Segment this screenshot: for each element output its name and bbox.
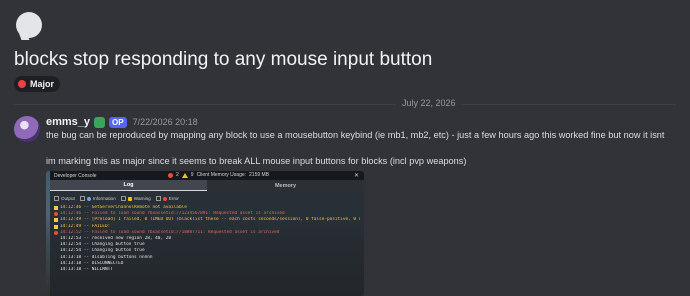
warning-icon — [54, 218, 58, 223]
close-icon[interactable]: ✕ — [354, 172, 359, 179]
output-icon — [54, 243, 58, 247]
checkbox[interactable] — [120, 196, 126, 201]
filter-information[interactable]: Information — [79, 196, 116, 201]
message-timestamp[interactable]: 7/22/2026 20:18 — [133, 117, 198, 127]
filter-label: Output — [61, 196, 75, 201]
message-header: emms_y OP 7/22/2026 20:18 — [46, 116, 198, 128]
checkbox[interactable] — [79, 196, 85, 201]
server-badge-icon[interactable] — [94, 116, 106, 128]
warning-icon — [127, 196, 132, 201]
console-filters: Output Information Warning Error — [50, 194, 364, 203]
image-attachment[interactable]: Developer Console 2 9 Client Memory Usag… — [46, 171, 364, 296]
filter-label: Warning — [133, 196, 151, 201]
error-count: 2 — [176, 172, 179, 178]
tag-label: Major — [30, 79, 55, 89]
warning-count: 9 — [190, 172, 194, 178]
tag-dot-icon — [18, 80, 26, 88]
forum-chat-bubble-icon — [16, 12, 42, 38]
info-icon — [86, 196, 91, 201]
error-icon — [162, 196, 167, 201]
checkbox[interactable] — [155, 196, 161, 201]
warning-icon — [54, 206, 58, 211]
filter-label: Error — [168, 196, 179, 201]
username[interactable]: emms_y — [46, 116, 90, 128]
console-title: Developer Console — [54, 172, 97, 179]
error-icon — [54, 212, 58, 217]
log-text: 14:13:18 -- NILLNNTT — [60, 266, 113, 272]
developer-console-window: Developer Console 2 9 Client Memory Usag… — [50, 171, 364, 296]
filter-warning[interactable]: Warning — [120, 196, 151, 201]
error-icon — [54, 230, 58, 235]
tag-major[interactable]: Major — [14, 76, 61, 92]
console-log-list: 14:12:46 -- GetServerChannelRemote not a… — [50, 205, 364, 296]
tab-log[interactable]: Log — [50, 180, 207, 191]
filter-output[interactable]: Output — [54, 196, 75, 201]
warning-icon — [54, 224, 58, 229]
warning-icon — [181, 172, 188, 178]
op-tag: OP — [109, 116, 127, 128]
memory-label: Client Memory Usage: — [196, 172, 247, 178]
log-entry-output: 14:13:18 -- NILLNNTT — [54, 267, 360, 273]
checkbox[interactable] — [54, 196, 59, 201]
console-stats: 2 9 Client Memory Usage: 2159 MB — [168, 172, 269, 178]
filter-error[interactable]: Error — [155, 196, 179, 201]
output-icon — [54, 249, 58, 253]
tab-memory[interactable]: Memory — [207, 180, 364, 191]
output-icon — [54, 268, 58, 272]
console-tabs: Log Memory — [50, 180, 364, 191]
console-titlebar: Developer Console 2 9 Client Memory Usag… — [50, 171, 364, 180]
error-icon — [168, 172, 173, 178]
post-title: blocks stop responding to any mouse inpu… — [14, 49, 433, 70]
date-divider-label: July 22, 2026 — [396, 98, 462, 108]
avatar[interactable] — [14, 116, 40, 142]
filter-label: Information — [92, 196, 116, 201]
message-text-line: the bug can be reproduced by mapping any… — [46, 130, 665, 140]
message-text-line: im marking this as major since it seems … — [46, 156, 467, 166]
output-icon — [54, 237, 58, 241]
output-icon — [54, 262, 58, 266]
memory-value: 2159 MB — [249, 172, 270, 178]
date-divider-line — [14, 104, 676, 105]
output-icon — [54, 256, 58, 260]
